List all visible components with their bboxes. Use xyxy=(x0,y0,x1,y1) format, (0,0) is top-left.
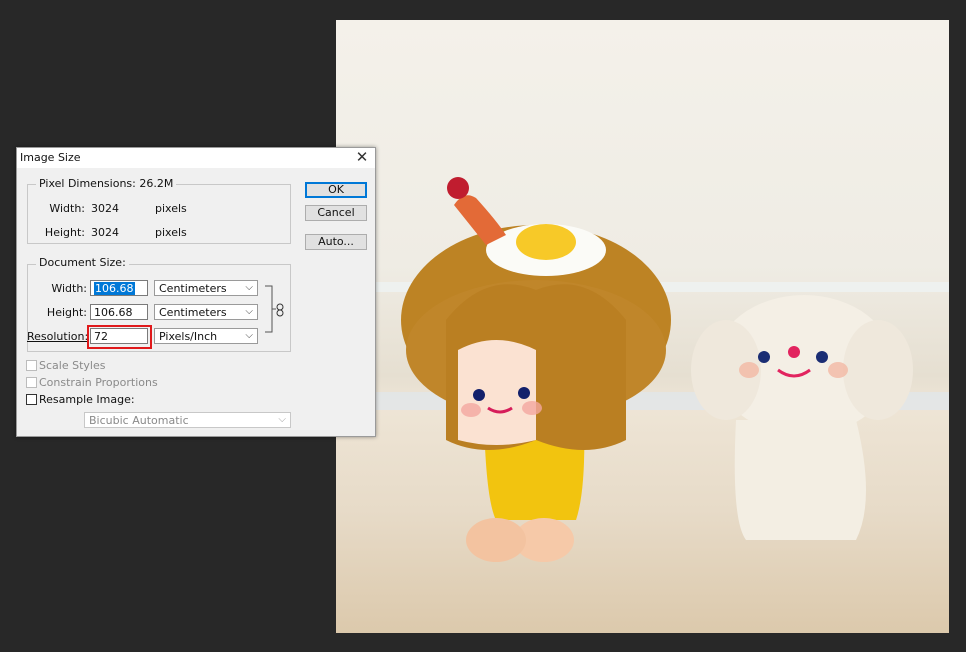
doc-height-label: Height: xyxy=(46,306,87,319)
close-icon[interactable]: ✕ xyxy=(355,148,369,166)
chevron-down-icon: ⌵ xyxy=(278,414,286,425)
ok-button[interactable]: OK xyxy=(305,182,367,198)
doc-height-value: 106.68 xyxy=(94,306,133,319)
image-size-dialog: Image Size ✕ Pixel Dimensions: 26.2M Wid… xyxy=(16,147,376,437)
resolution-unit-select[interactable]: Pixels/Inch ⌵ xyxy=(154,328,258,344)
resample-image-label: Resample Image: xyxy=(39,393,135,406)
scale-styles-label: Scale Styles xyxy=(39,359,106,372)
pixel-height-label: Height: xyxy=(44,226,85,239)
scale-styles-checkbox[interactable] xyxy=(26,360,37,371)
pixel-height-value: 3024 xyxy=(91,226,119,239)
pixel-dimensions-legend: Pixel Dimensions: 26.2M xyxy=(36,177,177,190)
doc-width-input[interactable]: 106.68 xyxy=(90,280,148,296)
resolution-label: Resolution: xyxy=(27,330,89,343)
chevron-down-icon: ⌵ xyxy=(245,306,253,317)
pixel-height-unit: pixels xyxy=(155,226,187,239)
cancel-button[interactable]: Cancel xyxy=(305,205,367,221)
doc-width-unit: Centimeters xyxy=(159,282,227,295)
chain-link-icon xyxy=(276,303,284,317)
pixel-width-value: 3024 xyxy=(91,202,119,215)
doc-width-value: 106.68 xyxy=(94,282,135,295)
pixel-width-label: Width: xyxy=(49,202,85,215)
chevron-down-icon: ⌵ xyxy=(245,282,253,293)
figurine-photo xyxy=(336,177,949,562)
resample-method-select[interactable]: Bicubic Automatic ⌵ xyxy=(84,412,291,428)
doc-height-unit-select[interactable]: Centimeters ⌵ xyxy=(154,304,258,320)
document-size-legend: Document Size: xyxy=(36,256,129,269)
doc-width-label: Width: xyxy=(51,282,87,295)
chevron-down-icon: ⌵ xyxy=(245,330,253,341)
pixel-width-unit: pixels xyxy=(155,202,187,215)
constrain-proportions-label: Constrain Proportions xyxy=(39,376,158,389)
resample-method: Bicubic Automatic xyxy=(89,414,189,427)
resolution-highlight xyxy=(87,325,152,349)
doc-height-unit: Centimeters xyxy=(159,306,227,319)
auto-button[interactable]: Auto... xyxy=(305,234,367,250)
doc-height-input[interactable]: 106.68 xyxy=(90,304,148,320)
dialog-titlebar[interactable]: Image Size ✕ xyxy=(17,148,375,168)
image-canvas xyxy=(336,20,949,633)
dialog-title: Image Size xyxy=(20,151,81,164)
doc-width-unit-select[interactable]: Centimeters ⌵ xyxy=(154,280,258,296)
resample-image-checkbox[interactable] xyxy=(26,394,37,405)
constrain-proportions-checkbox[interactable] xyxy=(26,377,37,388)
resolution-unit: Pixels/Inch xyxy=(159,330,218,343)
